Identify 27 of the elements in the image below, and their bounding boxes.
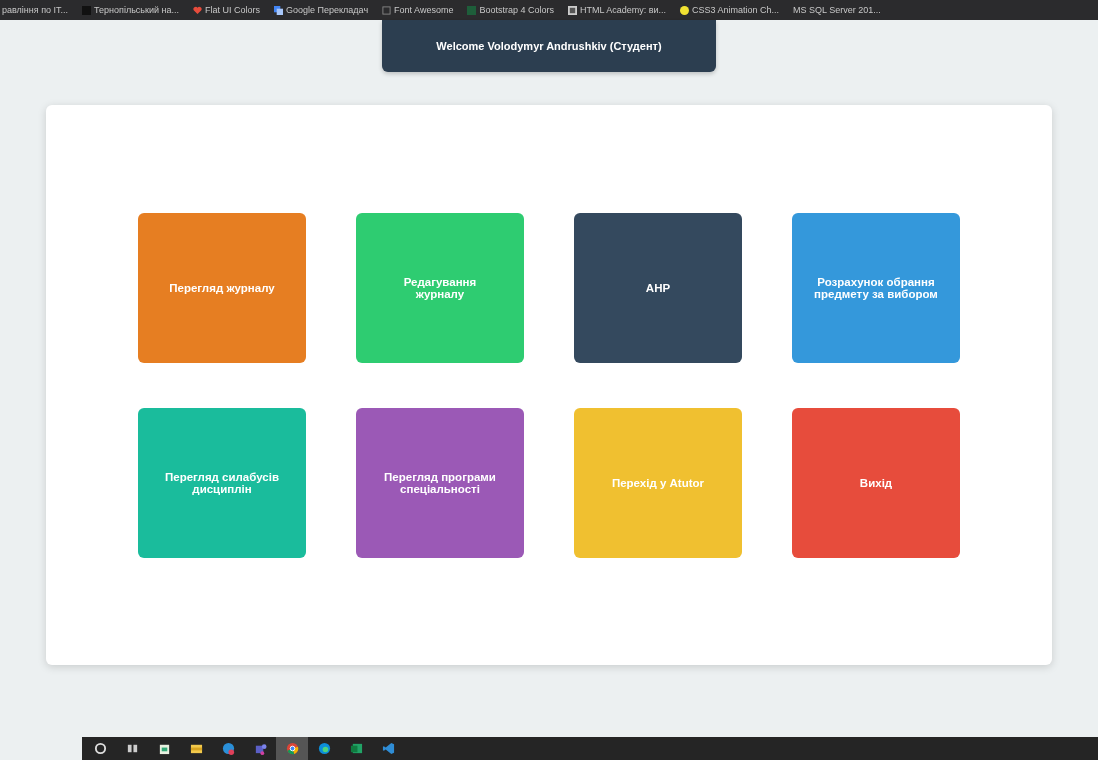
bookmark-link[interactable]: Flat UI Colors xyxy=(193,5,260,15)
circle-icon xyxy=(680,5,689,15)
menu-tile[interactable]: AHP xyxy=(574,212,742,363)
circle-icon xyxy=(93,742,107,755)
bookmark-link[interactable]: HTML Academy: ви... xyxy=(568,5,666,15)
browser-icon xyxy=(285,742,299,755)
code-editor-icon xyxy=(381,742,395,755)
welcome-text: Welcome Volodymyr Andrushkiv (Студент) xyxy=(436,40,662,52)
bookmark-link[interactable]: равління по ІТ... xyxy=(2,5,69,15)
bookmark-link[interactable]: Google Перекладач xyxy=(274,5,369,15)
wave-icon xyxy=(317,742,331,755)
bookmark-link[interactable]: Bootstrap 4 Colors xyxy=(467,5,554,15)
folder-icon xyxy=(189,742,203,755)
menu-tile[interactable]: Вихід xyxy=(792,407,960,558)
bookmark-link[interactable]: Тернопільський на... xyxy=(82,5,179,15)
translate-icon xyxy=(274,5,283,15)
bookmark-link[interactable]: MS SQL Server 201... xyxy=(793,5,881,15)
sheet-icon xyxy=(349,742,363,755)
heart-icon xyxy=(193,5,202,15)
bookmark-link[interactable]: Font Awesome xyxy=(382,5,454,15)
bag-icon xyxy=(157,742,171,755)
menu-tile[interactable]: Перегляд програми спеціальності xyxy=(356,407,524,558)
bookmark-link[interactable]: CSS3 Animation Ch... xyxy=(680,5,780,15)
people-icon xyxy=(253,742,267,755)
square-icon xyxy=(467,5,477,15)
swirl-icon xyxy=(221,742,235,755)
task-view-icon xyxy=(125,742,139,755)
